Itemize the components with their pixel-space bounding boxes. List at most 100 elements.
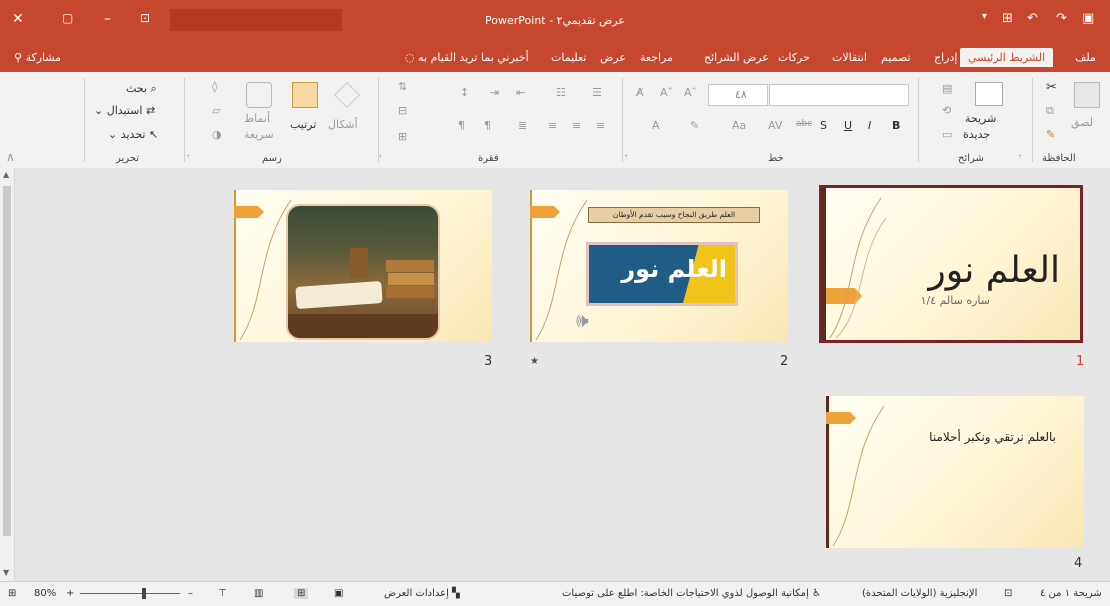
section-icon[interactable]: ▭	[942, 128, 952, 141]
text-direction-icon[interactable]: ⇅	[398, 80, 407, 93]
fit-slide-icon[interactable]: ⊞	[8, 588, 16, 599]
increase-indent-icon[interactable]: ⇥	[490, 86, 499, 99]
clear-formatting-icon[interactable]: A̸	[636, 86, 644, 99]
tab-design[interactable]: تصميم	[881, 51, 911, 64]
presenter-settings-button[interactable]: إعدادات العرض ▚	[384, 588, 460, 599]
copy-icon[interactable]: ⧉	[1046, 104, 1054, 118]
language-indicator[interactable]: الإنجليزية (الولايات المتحدة)	[862, 588, 977, 599]
replace-button[interactable]: ⌄ استبدال ⇄	[94, 104, 155, 117]
tab-tell-me[interactable]: ◌ أخبرني بما تريد القيام به	[405, 51, 529, 64]
cut-icon[interactable]: ✂	[1046, 80, 1057, 95]
editing-group-label: تحرير	[116, 153, 140, 164]
align-left-icon[interactable]: ≡	[548, 119, 557, 132]
vertical-scrollbar[interactable]: ▲ ▼	[0, 168, 15, 581]
accessibility-button[interactable]: إمكانية الوصول لذوي الاحتياجات الخاصة: ا…	[562, 588, 821, 599]
paste-icon[interactable]	[1074, 82, 1100, 108]
shape-effects-icon[interactable]: ◑	[212, 128, 222, 141]
arrange-icon[interactable]	[292, 82, 318, 108]
zoom-in-icon[interactable]: +	[66, 588, 74, 599]
normal-view-icon[interactable]: ▣	[334, 588, 343, 599]
reset-icon[interactable]: ⟲	[942, 104, 951, 117]
select-button[interactable]: ⌄ تحديد ↖	[108, 128, 158, 141]
bullets-icon[interactable]: ☰	[592, 86, 602, 99]
decrease-indent-icon[interactable]: ⇤	[516, 86, 525, 99]
qat-customize-icon[interactable]: ▾	[982, 11, 987, 22]
zoom-level[interactable]: 80%	[34, 588, 56, 599]
italic-button[interactable]: I	[868, 119, 871, 132]
underline-button[interactable]: U	[844, 119, 852, 132]
char-spacing-button[interactable]: AV	[768, 119, 782, 132]
tab-view[interactable]: عرض	[600, 51, 626, 64]
undo-icon[interactable]: ↶	[1027, 11, 1038, 26]
notes-icon[interactable]: ⊡	[1004, 588, 1012, 599]
justify-icon[interactable]: ≣	[518, 119, 527, 132]
drawing-launcher-icon[interactable]: ⌝	[186, 154, 190, 163]
slide-thumbnail-2[interactable]: العلم طريق النجاح وسبب تقدم الأوطان العل…	[530, 190, 788, 342]
format-painter-icon[interactable]: ✎	[1046, 128, 1055, 141]
align-center-icon[interactable]: ≡	[572, 119, 581, 132]
align-text-icon[interactable]: ⊟	[398, 104, 407, 117]
smartart-icon[interactable]: ⊞	[398, 130, 407, 143]
scroll-up-icon[interactable]: ▲	[3, 170, 9, 179]
save-icon[interactable]: ▣	[1082, 11, 1094, 26]
rtl-icon[interactable]: ¶	[484, 119, 491, 132]
bold-button[interactable]: B	[892, 119, 900, 132]
new-slide-label-1[interactable]: شريحة	[965, 112, 996, 125]
drawing-group-label: رسم	[262, 153, 282, 164]
collapse-ribbon-icon[interactable]: ∧	[6, 150, 15, 164]
slide-sorter-view-icon[interactable]: ⊞	[294, 588, 309, 599]
clipboard-launcher-icon[interactable]: ⌝	[1018, 154, 1022, 163]
ribbon: لصق ✂ ⧉ ✎ الحافظة ⌝ شريحة جديدة ▤ ⟲ ▭ شر…	[0, 72, 1110, 169]
new-slide-icon[interactable]	[975, 82, 1003, 106]
share-button[interactable]: ⚲ مشاركة	[14, 51, 61, 64]
scroll-thumb[interactable]	[3, 186, 11, 536]
paste-button[interactable]: لصق	[1071, 116, 1093, 129]
slideshow-view-icon[interactable]: ⊤	[218, 588, 227, 599]
font-color-button[interactable]: A	[652, 119, 660, 132]
shadow-button[interactable]: S	[820, 119, 827, 132]
arrange-button[interactable]: ترتيب	[290, 118, 316, 131]
tab-animations[interactable]: حركات	[778, 51, 810, 64]
tab-help[interactable]: تعليمات	[551, 51, 586, 64]
tab-slideshow[interactable]: عرض الشرائح	[704, 51, 769, 64]
shape-outline-icon[interactable]: ▱	[212, 104, 220, 117]
tab-transitions[interactable]: انتقالات	[832, 51, 867, 64]
slide-thumbnail-4[interactable]: بالعلم نرتقي ونكبر أحلامنا	[826, 396, 1084, 548]
align-right-icon[interactable]: ≡	[596, 119, 605, 132]
scroll-down-icon[interactable]: ▼	[3, 568, 9, 577]
tab-insert[interactable]: إدراج	[934, 51, 957, 64]
zoom-out-icon[interactable]: –	[188, 588, 193, 599]
person-icon: ⚲	[14, 51, 23, 64]
line-spacing-icon[interactable]: ↕	[460, 86, 469, 99]
quick-styles-label-2[interactable]: سريعة	[244, 128, 274, 141]
layout-icon[interactable]: ▤	[942, 82, 952, 95]
numbering-icon[interactable]: ☷	[556, 86, 566, 99]
strikethrough-icon[interactable]: abc	[796, 119, 812, 129]
font-size-box[interactable]: ٤٨	[708, 84, 768, 106]
shape-fill-icon[interactable]: ◊	[212, 80, 217, 93]
shapes-button[interactable]: أشكال	[328, 118, 358, 131]
slide-thumbnail-3[interactable]	[234, 190, 492, 342]
tab-review[interactable]: مراجعة	[640, 51, 673, 64]
highlight-icon[interactable]: ✎	[690, 119, 699, 132]
font-launcher-icon[interactable]: ⌝	[624, 154, 628, 163]
zoom-slider[interactable]	[80, 593, 180, 594]
ltr-icon[interactable]: ¶	[458, 119, 465, 132]
start-slideshow-icon[interactable]: ⊞	[1002, 11, 1013, 26]
shapes-icon[interactable]	[334, 82, 360, 108]
tab-home[interactable]: الشريط الرئيسي	[960, 48, 1054, 67]
change-case-button[interactable]: Aa	[732, 119, 746, 132]
slide-thumbnail-1[interactable]: العلم نور ساره سالم ١/٤	[819, 185, 1083, 343]
zoom-slider-thumb[interactable]	[142, 588, 146, 599]
increase-font-icon[interactable]: Aˆ	[684, 86, 697, 99]
quick-styles-icon[interactable]	[246, 82, 272, 108]
new-slide-label-2[interactable]: جديدة	[963, 128, 990, 141]
decrease-font-icon[interactable]: Aˇ	[660, 86, 673, 99]
tab-file[interactable]: ملف	[1075, 51, 1096, 64]
redo-icon[interactable]: ↷	[1056, 11, 1067, 26]
quick-styles-label-1[interactable]: أنماط	[244, 112, 270, 125]
ribbon-tabs: ⚲ مشاركة ◌ أخبرني بما تريد القيام به تعل…	[0, 44, 1110, 72]
reading-view-icon[interactable]: ▥	[254, 588, 263, 599]
font-name-box[interactable]	[769, 84, 909, 106]
find-button[interactable]: بحث ⌕	[126, 82, 157, 96]
